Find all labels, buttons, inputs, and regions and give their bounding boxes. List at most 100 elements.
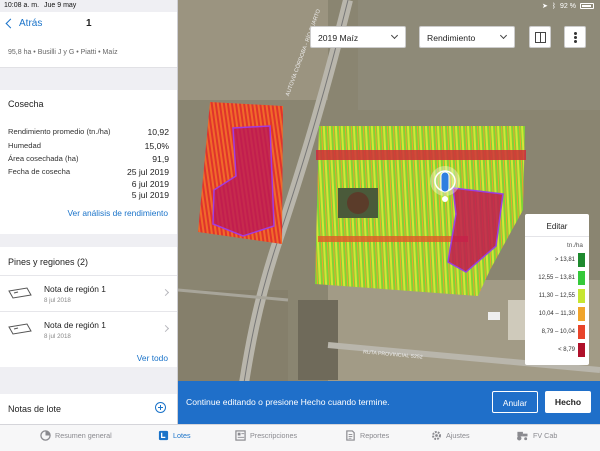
kv-label: Área cosechada (ha): [8, 154, 79, 163]
tab-label: Ajustes: [446, 431, 470, 440]
more-options-button[interactable]: [564, 26, 586, 48]
list-item[interactable]: Nota de región 1 8 jul 2018: [0, 311, 177, 347]
tab-overview[interactable]: Resumen general: [40, 430, 112, 441]
field-detail-panel: Atrás 1 95,8 ha • Busilli J y G • Piatti…: [0, 0, 178, 424]
field-meta: 95,8 ha • Busilli J y G • Piatti • Maíz: [0, 38, 177, 68]
chevron-right-icon: [161, 288, 170, 297]
map-view[interactable]: AUTOVÍA CÓRDOBA - RÍO CUARTO RUTA PROVIN…: [178, 0, 600, 424]
back-button[interactable]: Atrás: [5, 18, 43, 29]
status-date: Jue 9 may: [44, 2, 77, 9]
legend-swatch: [578, 289, 585, 303]
region-name: Nota de región 1: [44, 284, 106, 294]
chevron-right-icon: [161, 324, 170, 333]
split-view-button[interactable]: [529, 26, 551, 48]
back-label: Atrás: [19, 18, 43, 29]
legend-label: < 8,79: [558, 347, 575, 353]
layer-select[interactable]: Rendimiento: [419, 26, 515, 48]
tab-cab[interactable]: FV Cab: [515, 430, 557, 441]
overview-icon: [40, 430, 51, 441]
legend-row: > 13,81: [525, 251, 589, 269]
legend-row: < 8,79: [525, 341, 589, 359]
reports-icon: [346, 430, 355, 441]
legend-unit: tn./ha: [567, 242, 583, 249]
more-vertical-icon: [574, 32, 577, 35]
legend-label: > 13,81: [554, 257, 575, 263]
legend-row: 8,79 – 10,04: [525, 323, 589, 341]
harvest-title: Cosecha: [8, 99, 44, 109]
tab-label: Resumen general: [55, 431, 112, 440]
tab-fields[interactable]: Lotes: [158, 430, 191, 441]
kv-value: 10,92: [147, 127, 169, 137]
tab-label: Prescripciones: [250, 431, 298, 440]
region-shape-icon: [8, 323, 32, 335]
region-name: Nota de región 1: [44, 320, 106, 330]
battery-icon: [580, 3, 594, 9]
yield-legend: Editar tn./ha > 13,81 12,55 – 13,81 11,3…: [525, 214, 589, 365]
tab-bar: Resumen general Lotes Prescripciones Rep…: [0, 424, 600, 451]
battery-percent: 92 %: [560, 2, 576, 10]
done-button[interactable]: Hecho: [545, 391, 591, 413]
kv-label: Fecha de cosecha: [8, 167, 71, 176]
kv-row-harvest-date: Fecha de cosecha 25 jul 2019: [8, 167, 169, 177]
bluetooth-icon: ᛒ: [551, 2, 557, 10]
banner-message: Continue editando o presione Hecho cuand…: [186, 397, 390, 407]
page-title: 1: [86, 18, 92, 29]
kv-value: 25 jul 2019: [126, 167, 169, 177]
legend-swatch: [578, 271, 585, 285]
notes-title: Notas de lote: [8, 404, 62, 414]
chevron-left-icon: [5, 18, 16, 29]
legend-swatch: [578, 325, 585, 339]
legend-label: 12,55 – 13,81: [538, 275, 575, 281]
divider: [525, 236, 589, 237]
view-all-link[interactable]: Ver todo: [137, 353, 168, 363]
gear-icon: [432, 431, 441, 440]
status-time: 10:08 a. m.: [4, 2, 40, 9]
kv-value: 6 jul 2019: [131, 179, 169, 189]
layer-value: Rendimiento: [427, 33, 476, 43]
tab-label: FV Cab: [533, 431, 558, 440]
status-bar: 10:08 a. m. Jue 9 may ➤ ᛒ 92 %: [0, 0, 600, 12]
edit-banner: Continue editando o presione Hecho cuand…: [178, 381, 600, 424]
list-item[interactable]: Nota de región 1 8 jul 2018: [0, 275, 177, 311]
region-shape-icon: [8, 287, 32, 299]
legend-label: 11,30 – 12,55: [538, 293, 575, 299]
region-date: 8 jul 2018: [44, 333, 71, 340]
legend-row: 11,30 – 12,55: [525, 287, 589, 305]
yield-analysis-link[interactable]: Ver análisis de rendimiento: [67, 208, 168, 218]
kv-value: 91,9: [152, 154, 169, 164]
season-select[interactable]: 2019 Maíz: [310, 26, 406, 48]
tab-reports[interactable]: Reportes: [345, 430, 389, 441]
kv-label: Rendimiento promedio (tn./ha): [8, 127, 111, 136]
split-view-icon: [535, 32, 546, 43]
pins-title: Pines y regiones (2): [8, 257, 89, 267]
tab-label: Reportes: [360, 431, 390, 440]
kv-label: Humedad: [8, 141, 41, 150]
kv-value: 15,0%: [144, 141, 169, 151]
chevron-down-icon: [390, 31, 399, 40]
legend-edit-button[interactable]: Editar: [525, 222, 589, 231]
kv-value: 5 jul 2019: [131, 190, 169, 200]
legend-swatch: [578, 343, 585, 357]
legend-label: 10,04 – 11,30: [538, 311, 575, 317]
kv-row-moisture: Humedad 15,0%: [8, 141, 169, 151]
tab-label: Lotes: [173, 431, 191, 440]
legend-swatch: [578, 307, 585, 321]
nav-bar: Atrás 1: [0, 12, 177, 38]
tab-settings[interactable]: Ajustes: [431, 430, 470, 441]
pins-card: Pines y regiones (2) Nota de región 1 8 …: [0, 247, 177, 367]
add-note-icon[interactable]: [155, 402, 166, 413]
status-right: ➤ ᛒ 92 %: [542, 2, 594, 10]
prescriptions-icon: [235, 430, 246, 441]
harvest-card: Cosecha Rendimiento promedio (tn./ha) 10…: [0, 90, 177, 234]
legend-label: 8,79 – 10,04: [541, 329, 575, 335]
fields-icon: [158, 430, 169, 441]
kv-row-area: Área cosechada (ha) 91,9: [8, 154, 169, 164]
notes-card: Notas de lote: [0, 394, 177, 424]
legend-row: 10,04 – 11,30: [525, 305, 589, 323]
cancel-button[interactable]: Anular: [492, 391, 538, 413]
tractor-icon: [517, 431, 528, 441]
season-value: 2019 Maíz: [318, 33, 359, 43]
legend-swatch: [578, 253, 585, 267]
legend-row: 12,55 – 13,81: [525, 269, 589, 287]
tab-prescriptions[interactable]: Prescripciones: [235, 430, 297, 441]
